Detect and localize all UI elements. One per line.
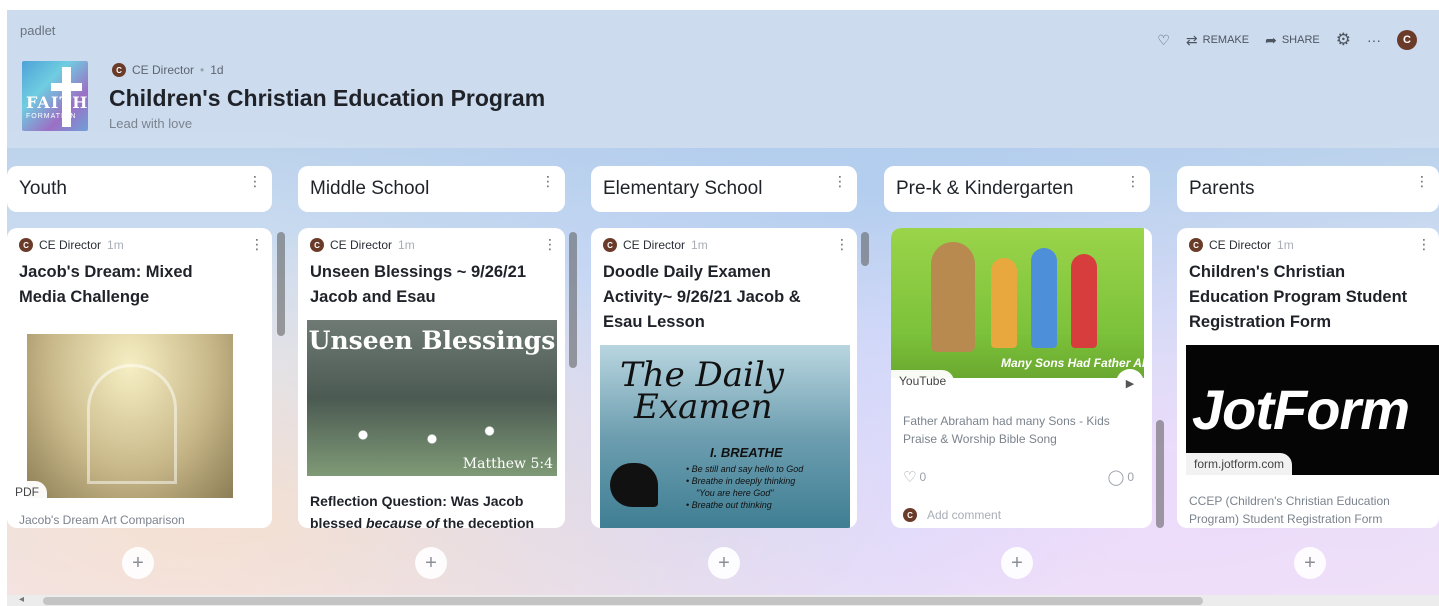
board-age: 1d [210,63,224,77]
kebab-icon[interactable]: ⋮ [1417,236,1431,253]
post-title: Doodle Daily Examen Activity~ 9/26/21 Ja… [603,263,801,331]
kebab-icon[interactable]: ⋮ [541,174,555,188]
horizontal-scrollbar-thumb[interactable] [43,597,1203,605]
comment-count[interactable]: ◯ 0 [1108,468,1134,486]
post-card-elementary-school[interactable]: C CE Director 1m ⋮ Doodle Daily Examen A… [591,228,857,528]
column-header: Pre-k & Kindergarten ⋮ [884,166,1150,212]
brand-label[interactable]: padlet [20,23,55,38]
post-time: 1m [1277,238,1294,252]
horizontal-scrollbar[interactable]: ◂ [7,594,1439,606]
add-comment[interactable]: C Add comment [903,508,1001,522]
add-post-button[interactable]: + [415,547,447,579]
like-button[interactable]: ♡ 0 [903,468,926,486]
board-author: CE Director [132,63,195,77]
avatar: C [903,508,917,522]
avatar: C [603,238,617,252]
post-image[interactable]: Unseen Blessings Matthew 5:4 [307,320,557,476]
kebab-icon[interactable]: ⋮ [543,236,557,253]
avatar: C [310,238,324,252]
post-time: 1m [691,238,708,252]
kebab-icon[interactable]: ⋮ [833,174,847,188]
kebab-icon[interactable]: ⋮ [835,236,849,253]
post-caption: Father Abraham had many Sons - Kids Prai… [903,414,1110,446]
comment-icon: ◯ [1107,469,1125,486]
avatar: C [19,238,33,252]
post-title: Jacob's Dream: Mixed Media Challenge [19,263,193,306]
board-author-line: C CE Director • 1d [112,63,224,77]
column-youth: Youth ⋮ [7,166,272,212]
heart-icon: ♡ [903,469,917,486]
kebab-icon[interactable]: ⋮ [1126,174,1140,188]
post-card-parents[interactable]: C CE Director 1m ⋮ Children's Christian … [1177,228,1439,528]
padlet-wall: padlet FAITH FORMATION C CE Director • 1… [7,10,1439,606]
column-middle-school: Middle School ⋮ [298,166,565,212]
post-author: CE Director [39,238,102,252]
post-card-middle-school[interactable]: C CE Director 1m ⋮ Unseen Blessings ~ 9/… [298,228,565,528]
more-icon[interactable]: ··· [1367,32,1381,48]
avatar: C [1189,238,1203,252]
post-image[interactable]: The Daily Examen I. BREATHE • Be still a… [600,345,850,528]
add-post-button[interactable]: + [1001,547,1033,579]
board-header: padlet FAITH FORMATION C CE Director • 1… [7,10,1439,148]
post-image[interactable]: Many Sons Had Father Abraham [891,228,1144,378]
add-post-button[interactable]: + [122,547,154,579]
post-author: CE Director [623,238,686,252]
add-post-button[interactable]: + [708,547,740,579]
column-header: Elementary School ⋮ [591,166,857,212]
page-title: Children's Christian Education Program [109,85,546,111]
post-time: 1m [107,238,124,252]
post-card-prek[interactable]: Many Sons Had Father Abraham YouTube ▶ F… [891,228,1152,528]
attachment-type-chip: YouTube [891,370,955,392]
heart-hands-doodle [610,463,658,507]
avatar: C [112,63,126,77]
column-parents: Parents ⋮ [1177,166,1439,212]
column-scrollbar[interactable] [1156,420,1164,528]
post-body: Reflection Question: Was Jacob blessed b… [310,493,535,528]
post-title: Children's Christian Education Program S… [1189,263,1408,331]
post-image[interactable] [27,334,233,498]
post-caption: Jacob's Dream Art Comparison [19,513,185,527]
top-actions: ♡ ⇄ REMAKE ➦ SHARE ⚙ ··· C [1157,30,1417,50]
user-avatar[interactable]: C [1397,30,1417,50]
kebab-icon[interactable]: ⋮ [250,236,264,253]
post-author: CE Director [1209,238,1272,252]
column-header: Parents ⋮ [1177,166,1439,212]
post-title: Unseen Blessings ~ 9/26/21 Jacob and Esa… [310,263,526,306]
kebab-icon[interactable]: ⋮ [248,174,262,188]
scroll-left-icon[interactable]: ◂ [19,594,24,605]
board-logo: FAITH FORMATION [22,61,88,131]
share-button[interactable]: ➦ SHARE [1265,32,1320,49]
post-author: CE Director [330,238,393,252]
post-caption: CCEP (Children's Christian Education Pro… [1189,494,1390,526]
play-icon[interactable]: ▶ [1116,369,1144,397]
column-scrollbar[interactable] [569,232,577,368]
page-subtitle: Lead with love [109,116,193,131]
column-scrollbar[interactable] [861,232,869,266]
link-domain-chip: form.jotform.com [1186,453,1293,475]
add-post-button[interactable]: + [1294,547,1326,579]
remake-icon: ⇄ [1185,31,1198,48]
gear-icon[interactable]: ⚙ [1336,30,1351,50]
column-header: Middle School ⋮ [298,166,565,212]
post-card-youth[interactable]: C CE Director 1m ⋮ Jacob's Dream: Mixed … [7,228,272,528]
column-scrollbar[interactable] [277,232,285,336]
remake-button[interactable]: ⇄ REMAKE [1186,32,1249,49]
heart-icon[interactable]: ♡ [1157,32,1170,49]
post-time: 1m [398,238,415,252]
column-prek-kindergarten: Pre-k & Kindergarten ⋮ [884,166,1150,212]
column-elementary-school: Elementary School ⋮ [591,166,857,212]
column-header: Youth ⋮ [7,166,272,212]
attachment-type-chip: PDF [7,481,47,503]
kebab-icon[interactable]: ⋮ [1415,174,1429,188]
share-icon: ➦ [1265,31,1277,48]
